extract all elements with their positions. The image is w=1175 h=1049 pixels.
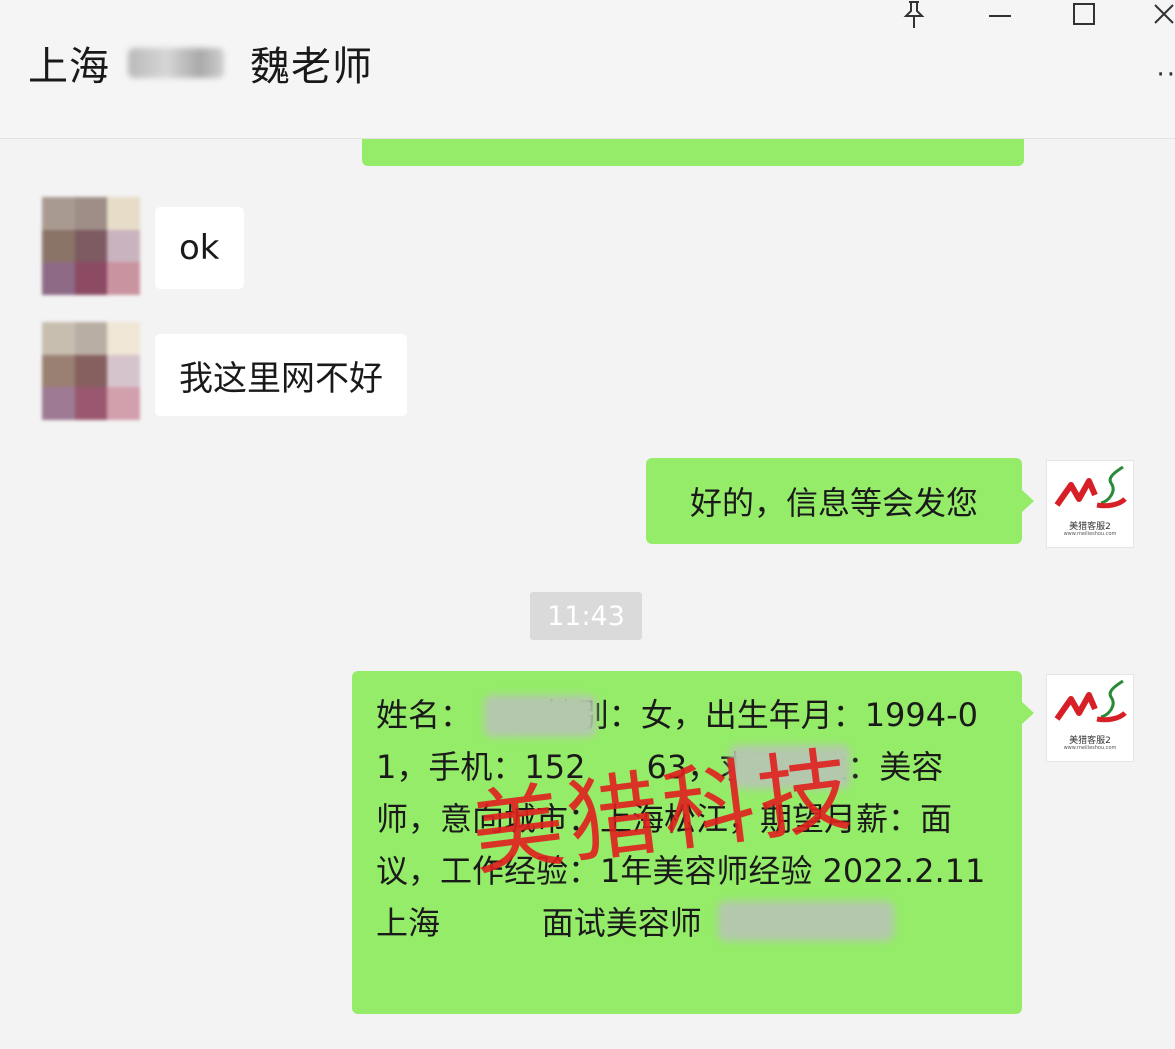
logo-subcaption: www.meilieshou.com bbox=[1063, 531, 1117, 537]
chat-title-prefix: 上海 bbox=[28, 44, 110, 90]
sender-avatar-logo[interactable]: 美猎客服2 www.meilieshou.com bbox=[1046, 674, 1134, 762]
previous-message-bubble bbox=[362, 139, 1024, 166]
chat-header: 上海 魏老师 ·· bbox=[0, 0, 1175, 139]
chat-title: 上海 魏老师 bbox=[28, 34, 373, 92]
logo-subcaption: www.meilieshou.com bbox=[1063, 745, 1117, 751]
bubble-tail bbox=[1022, 490, 1034, 512]
redacted-name bbox=[128, 48, 224, 78]
redacted-name-field bbox=[484, 695, 596, 737]
contact-avatar[interactable] bbox=[42, 322, 140, 420]
close-icon[interactable] bbox=[1152, 0, 1175, 37]
outgoing-message[interactable]: 好的，信息等会发您 bbox=[646, 458, 1022, 544]
timestamp: 11:43 bbox=[530, 592, 642, 640]
chat-title-suffix: 魏老师 bbox=[250, 44, 373, 90]
message-text: ok bbox=[179, 228, 220, 268]
message-text: 我这里网不好 bbox=[179, 358, 383, 399]
sender-avatar-logo[interactable]: 美猎客服2 www.meilieshou.com bbox=[1046, 460, 1134, 548]
message-text: 好的，信息等会发您 bbox=[689, 484, 978, 522]
more-icon[interactable]: ·· bbox=[1156, 60, 1175, 90]
pin-icon[interactable] bbox=[900, 0, 928, 37]
incoming-message[interactable]: 我这里网不好 bbox=[155, 334, 407, 416]
redacted-company-field bbox=[718, 901, 894, 941]
bubble-tail bbox=[1022, 702, 1034, 724]
contact-avatar[interactable] bbox=[42, 197, 140, 295]
minimize-icon[interactable] bbox=[986, 0, 1014, 37]
meilie-logo-icon bbox=[1054, 465, 1127, 509]
meilie-logo-icon bbox=[1054, 679, 1127, 723]
maximize-icon[interactable] bbox=[1070, 0, 1098, 37]
incoming-message[interactable]: ok bbox=[155, 207, 244, 289]
